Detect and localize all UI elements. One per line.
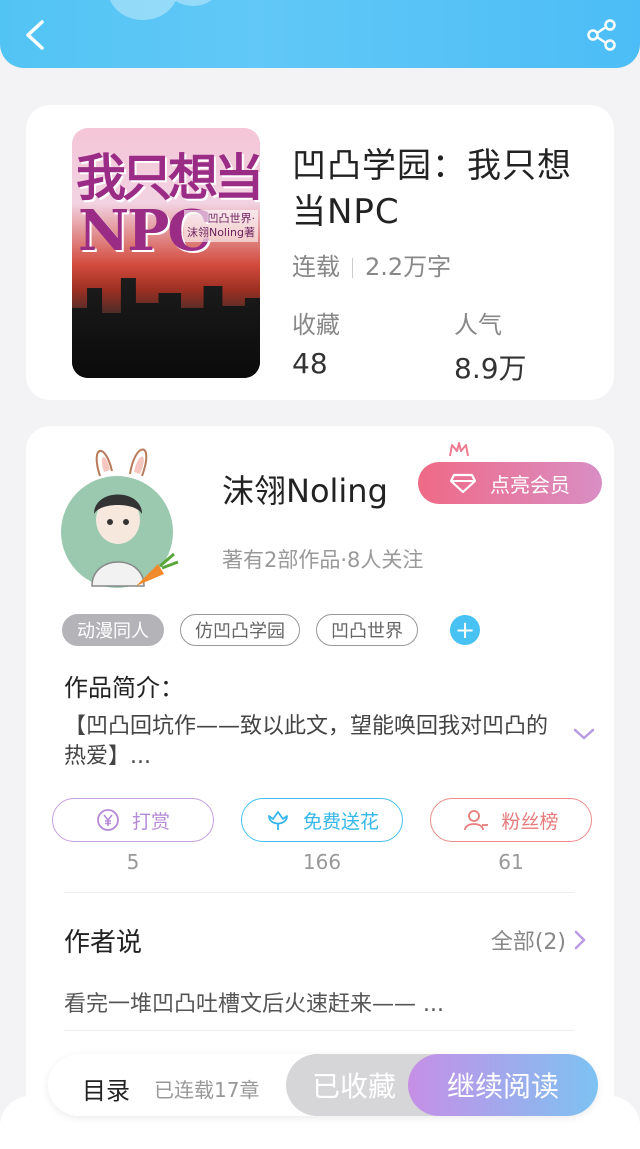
- book-info-card: 我只想当 NPC 凹凸世界· 沫翎Noling著 凹凸学园：我只想当NPC 连载…: [26, 105, 614, 400]
- back-icon[interactable]: [20, 18, 50, 52]
- book-meta: 连载 2.2万字: [292, 247, 451, 282]
- add-tag-button[interactable]: +: [450, 615, 480, 645]
- reward-count: 5: [126, 850, 140, 874]
- cover-city-silhouette: [72, 278, 260, 378]
- header-bubble: [108, 0, 178, 20]
- vip-button-label: 点亮会员: [490, 472, 570, 497]
- crown-icon: [449, 442, 469, 457]
- flower-count: 166: [302, 850, 342, 874]
- chevron-down-icon[interactable]: [572, 726, 596, 742]
- diamond-icon: [450, 473, 476, 494]
- flower-icon: [268, 811, 288, 830]
- author-avatar[interactable]: [60, 436, 190, 588]
- divider: [64, 1030, 574, 1031]
- free-flower-label: 免费送花: [302, 810, 379, 833]
- user-icon: [464, 810, 489, 831]
- book-title: 凹凸学园：我只想当NPC: [292, 146, 572, 232]
- book-word-count: 2.2万字: [365, 253, 452, 281]
- reward-button[interactable]: 打赏: [52, 798, 214, 842]
- tag-item[interactable]: 仿凹凸学园: [180, 614, 300, 646]
- tag-item[interactable]: 动漫同人: [62, 614, 164, 646]
- chevron-right-icon: [574, 930, 586, 950]
- divider: [64, 892, 574, 893]
- fans-rank-label: 粉丝榜: [501, 810, 559, 833]
- author-stats: 著有2部作品·8人关注: [222, 548, 424, 572]
- intro-text: 【凹凸回坑作——致以此文，望能唤回我对凹凸的热爱】...: [64, 714, 549, 769]
- share-icon[interactable]: [586, 18, 618, 52]
- favorites-label: 收藏: [292, 311, 340, 339]
- fans-rank-button[interactable]: 粉丝榜: [430, 798, 592, 842]
- see-all-label: 全部(2): [490, 930, 566, 955]
- meta-divider: [352, 258, 353, 278]
- free-flower-button[interactable]: 免费送花: [241, 798, 403, 842]
- bottom-action-bar: 目录 已连载17章 已收藏 继续阅读: [48, 1054, 598, 1116]
- top-bar: [0, 0, 640, 68]
- author-say-title: 作者说: [64, 928, 143, 958]
- book-cover-image[interactable]: 我只想当 NPC 凹凸世界· 沫翎Noling著: [72, 128, 260, 378]
- chapter-count: 已连载17章: [154, 1078, 260, 1102]
- header-bubble: [168, 0, 218, 6]
- yen-icon: [97, 809, 119, 831]
- reward-label: 打赏: [131, 810, 170, 833]
- tag-item[interactable]: 凹凸世界: [316, 614, 418, 646]
- author-say-text[interactable]: 看完一堆凹凸吐槽文后火速赶来—— ...: [64, 986, 444, 1018]
- popularity-value: 8.9万: [454, 352, 527, 385]
- author-name[interactable]: 沫翎Noling: [222, 466, 388, 512]
- catalog-button[interactable]: 目录: [82, 1071, 130, 1106]
- cover-subtitle: 凹凸世界· 沫翎Noling著: [183, 210, 258, 242]
- favorites-value: 48: [292, 347, 328, 380]
- vip-button[interactable]: 点亮会员: [418, 462, 602, 504]
- see-all-link[interactable]: 全部(2): [491, 924, 586, 956]
- fans-count: 61: [498, 850, 524, 874]
- author-card: 沫翎Noling 点亮会员 著有2部作品·8人关注 动漫同人 仿凹凸学园 凹凸世…: [26, 426, 614, 1126]
- popularity-label: 人气: [454, 311, 502, 339]
- action-row: 打赏 免费送花 粉丝榜: [52, 798, 592, 842]
- intro-title: 作品简介：: [64, 674, 184, 702]
- book-status: 连载: [292, 253, 340, 281]
- continue-reading-button[interactable]: 继续阅读: [408, 1054, 598, 1116]
- action-counts: 5 166 61: [52, 850, 592, 874]
- tag-list: 动漫同人 仿凹凸学园 凹凸世界 +: [62, 614, 480, 646]
